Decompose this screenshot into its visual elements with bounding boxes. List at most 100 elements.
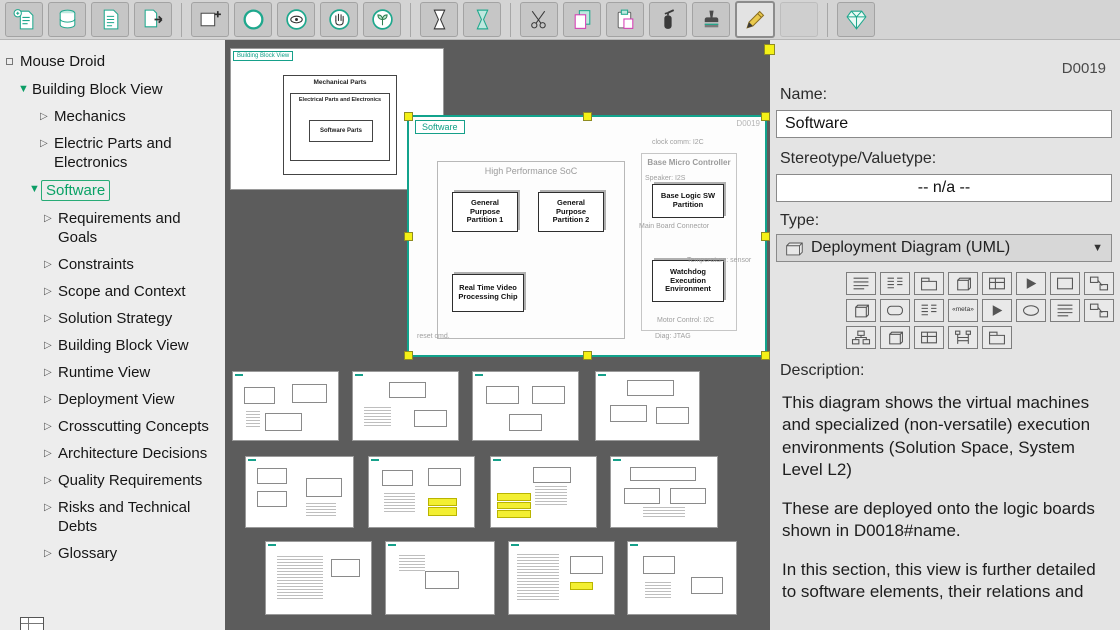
diagram-type-icon-node[interactable] bbox=[948, 272, 978, 295]
diagram-thumbnail[interactable] bbox=[265, 541, 372, 615]
collapsed-triangle-icon[interactable]: ▷ bbox=[44, 444, 58, 463]
selection-handle[interactable] bbox=[404, 112, 413, 121]
diagram-type-icon-package[interactable] bbox=[914, 272, 944, 295]
grid-icon[interactable] bbox=[20, 617, 44, 630]
collapsed-triangle-icon[interactable]: ▷ bbox=[44, 336, 58, 355]
description-text[interactable]: This diagram shows the virtual machines … bbox=[782, 392, 1112, 620]
diagram-type-icon-node-small[interactable] bbox=[880, 326, 910, 349]
new-frame-button[interactable] bbox=[191, 2, 229, 37]
expanded-triangle-icon[interactable]: ▼ bbox=[18, 80, 32, 99]
sidebar-item-glossary[interactable]: ▷Glossary bbox=[0, 540, 225, 567]
selected-diagram[interactable]: Software D0019 High Performance SoC Gene… bbox=[407, 115, 767, 357]
diagram-type-icon-state[interactable] bbox=[880, 299, 910, 322]
diagram-thumbnail[interactable] bbox=[352, 371, 459, 441]
sidebar-item-building-block-view[interactable]: ▼Building Block View bbox=[0, 76, 225, 103]
eye-button[interactable] bbox=[277, 2, 315, 37]
selection-handle[interactable] bbox=[761, 232, 770, 241]
diagram-type-icon-sequence[interactable] bbox=[948, 326, 978, 349]
import-document-button[interactable] bbox=[91, 2, 129, 37]
sidebar-item-solution-strategy[interactable]: ▷Solution Strategy bbox=[0, 305, 225, 332]
diagram-type-icon-table[interactable] bbox=[982, 272, 1012, 295]
sidebar-item-risks-debts[interactable]: ▷Risks and Technical Debts bbox=[0, 494, 225, 540]
sidebar-item-runtime-view[interactable]: ▷Runtime View bbox=[0, 359, 225, 386]
diagram-type-icon-table-small[interactable] bbox=[914, 326, 944, 349]
collapsed-triangle-icon[interactable]: ▷ bbox=[44, 363, 58, 382]
extinguisher-button[interactable] bbox=[649, 2, 687, 37]
diagram-thumbnail[interactable] bbox=[232, 371, 339, 441]
type-dropdown[interactable]: Deployment Diagram (UML) ▼ bbox=[776, 234, 1112, 262]
diagram-thumbnail[interactable] bbox=[508, 541, 615, 615]
diagram-thumbnail[interactable] bbox=[368, 456, 475, 528]
sidebar-item-mouse-droid[interactable]: Mouse Droid bbox=[0, 48, 225, 76]
diagram-type-icon-list-box[interactable] bbox=[914, 299, 944, 322]
sidebar-item-requirements[interactable]: ▷Requirements and Goals bbox=[0, 205, 225, 251]
diagram-type-icon-frame[interactable] bbox=[1016, 272, 1046, 295]
export-document-button[interactable] bbox=[134, 2, 172, 37]
selection-handle[interactable] bbox=[583, 351, 592, 360]
sidebar-item-architecture-decisions[interactable]: ▷Architecture Decisions bbox=[0, 440, 225, 467]
collapsed-triangle-icon[interactable]: ▷ bbox=[44, 255, 58, 274]
sidebar-item-mechanics[interactable]: ▷Mechanics bbox=[0, 103, 225, 130]
diagram-thumbnail[interactable] bbox=[245, 456, 354, 528]
selection-handle[interactable] bbox=[404, 232, 413, 241]
diagram-type-icon-package-small[interactable] bbox=[982, 326, 1012, 349]
sidebar-item-building-block-view-2[interactable]: ▷Building Block View bbox=[0, 332, 225, 359]
diagram-type-icon-columns[interactable] bbox=[880, 272, 910, 295]
hand-button[interactable] bbox=[320, 2, 358, 37]
diagram-thumbnail[interactable] bbox=[472, 371, 579, 441]
plant-button[interactable] bbox=[363, 2, 401, 37]
sidebar-item-scope-context[interactable]: ▷Scope and Context bbox=[0, 278, 225, 305]
collapsed-triangle-icon[interactable]: ▷ bbox=[44, 390, 58, 409]
selection-handle[interactable] bbox=[764, 44, 775, 55]
diagram-type-icon-meta[interactable]: «meta» bbox=[948, 299, 978, 322]
diagram-thumbnail[interactable] bbox=[385, 541, 495, 615]
selection-handle[interactable] bbox=[761, 351, 770, 360]
diagram-type-icon-list[interactable] bbox=[846, 272, 876, 295]
empty-tool-button[interactable] bbox=[780, 2, 818, 37]
gem-button[interactable] bbox=[837, 2, 875, 37]
sidebar-item-electric-parts[interactable]: ▷Electric Parts and Electronics bbox=[0, 130, 225, 176]
diagram-type-icon-usecase[interactable] bbox=[1016, 299, 1046, 322]
diagram-thumbnail[interactable] bbox=[595, 371, 700, 441]
name-input[interactable] bbox=[776, 110, 1112, 138]
hourglass-teal-button[interactable] bbox=[463, 2, 501, 37]
collapsed-triangle-icon[interactable]: ▷ bbox=[44, 209, 58, 228]
collapsed-triangle-icon[interactable]: ▷ bbox=[44, 282, 58, 301]
diagram-type-icon-lines[interactable] bbox=[1050, 299, 1080, 322]
circle-tool-button[interactable] bbox=[234, 2, 272, 37]
collapsed-triangle-icon[interactable]: ▷ bbox=[44, 498, 58, 517]
selection-handle[interactable] bbox=[583, 112, 592, 121]
hourglass-button[interactable] bbox=[420, 2, 458, 37]
collapsed-triangle-icon[interactable]: ▷ bbox=[40, 134, 54, 153]
diagram-type-icon-network[interactable] bbox=[1084, 299, 1114, 322]
collapsed-triangle-icon[interactable]: ▷ bbox=[44, 544, 58, 563]
diagram-type-icon-linked-boxes[interactable] bbox=[1084, 272, 1114, 295]
diagram-canvas[interactable]: Building Block View Mechanical Parts Ele… bbox=[225, 40, 770, 630]
sidebar-item-constraints[interactable]: ▷Constraints bbox=[0, 251, 225, 278]
paste-button[interactable] bbox=[606, 2, 644, 37]
pencil-button[interactable] bbox=[735, 1, 775, 38]
diagram-thumbnail[interactable] bbox=[627, 541, 737, 615]
sidebar-item-software[interactable]: ▼Software bbox=[0, 176, 225, 205]
sidebar-item-deployment-view[interactable]: ▷Deployment View bbox=[0, 386, 225, 413]
cut-button[interactable] bbox=[520, 2, 558, 37]
sidebar-item-quality-requirements[interactable]: ▷Quality Requirements bbox=[0, 467, 225, 494]
collapsed-triangle-icon[interactable]: ▷ bbox=[40, 107, 54, 126]
copy-button[interactable] bbox=[563, 2, 601, 37]
diagram-type-icon-tree[interactable] bbox=[846, 326, 876, 349]
diagram-type-icon-node-instance[interactable] bbox=[846, 299, 876, 322]
stamp-button[interactable] bbox=[692, 2, 730, 37]
selection-handle[interactable] bbox=[404, 351, 413, 360]
stereotype-input[interactable] bbox=[776, 174, 1112, 202]
sidebar-item-crosscutting-concepts[interactable]: ▷Crosscutting Concepts bbox=[0, 413, 225, 440]
diagram-thumbnail[interactable] bbox=[490, 456, 597, 528]
selection-handle[interactable] bbox=[761, 112, 770, 121]
collapsed-triangle-icon[interactable]: ▷ bbox=[44, 417, 58, 436]
collapsed-triangle-icon[interactable]: ▷ bbox=[44, 471, 58, 490]
new-document-button[interactable] bbox=[5, 2, 43, 37]
diagram-type-icon-play[interactable] bbox=[982, 299, 1012, 322]
diagram-thumbnail[interactable] bbox=[610, 456, 718, 528]
collapsed-triangle-icon[interactable]: ▷ bbox=[44, 309, 58, 328]
database-button[interactable] bbox=[48, 2, 86, 37]
diagram-type-icon-big-box[interactable] bbox=[1050, 272, 1080, 295]
